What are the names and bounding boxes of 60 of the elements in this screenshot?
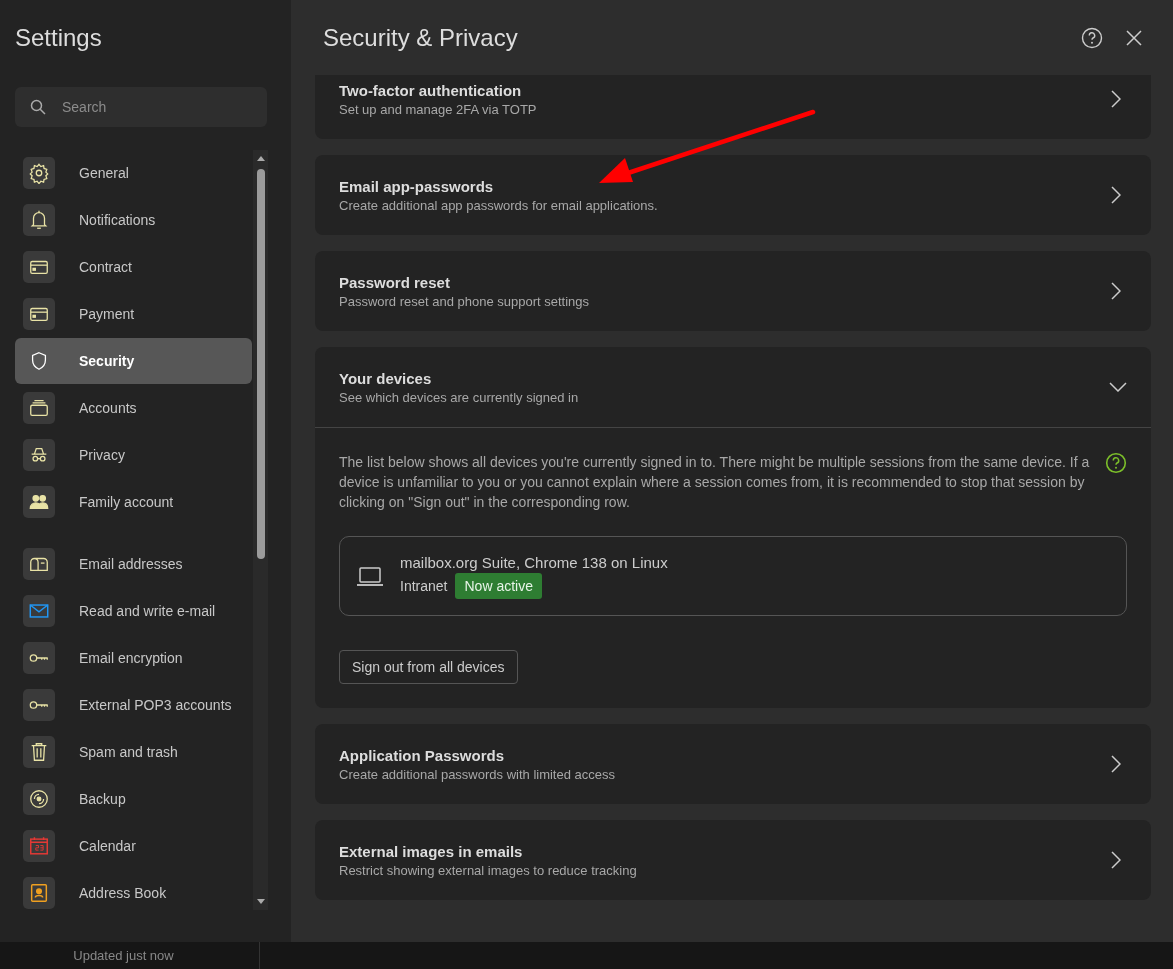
card-title: Email app-passwords: [339, 177, 495, 195]
panel-header[interactable]: Your devices See which devices are currently signed in: [315, 347, 1151, 428]
settings-card[interactable]: External images in emails Restrict showing external images to reduce tracking: [315, 820, 1151, 900]
card-subtitle: See which devices are currently signed in: [339, 389, 580, 405]
card-subtitle: Create additional app passwords for email applications.: [339, 197, 659, 213]
help-icon[interactable]: [1081, 26, 1103, 49]
chevron-right-icon: [1111, 851, 1121, 869]
card-subtitle: Password reset and phone support settings: [339, 293, 591, 309]
sidebar-item[interactable]: Backup: [15, 776, 252, 822]
gear-icon: [28, 162, 50, 184]
sidebar-item[interactable]: External POP3 accounts: [15, 682, 252, 728]
chevron-right-icon: [1111, 755, 1121, 773]
stack-icon: [28, 397, 50, 419]
close-icon[interactable]: [1125, 28, 1143, 47]
sidebar-item[interactable]: Email addresses: [15, 541, 252, 587]
chevron-right-icon: [1111, 186, 1121, 204]
book-icon: [28, 882, 50, 904]
card-title: Two-factor authentication: [339, 81, 523, 99]
card-title: Password reset: [339, 273, 451, 291]
device-name: mailbox.org Suite, Chrome 138 on Linux: [400, 553, 668, 571]
sidebar-item[interactable]: Payment: [15, 291, 252, 337]
sidebar-item[interactable]: Read and write e-mail: [15, 588, 252, 634]
card-subtitle: Set up and manage 2FA via TOTP: [339, 101, 538, 117]
sidebar-item[interactable]: Security: [15, 338, 252, 384]
chevron-right-icon: [1111, 282, 1121, 300]
scrollbar[interactable]: [253, 150, 268, 910]
status-text: Updated just now: [0, 942, 260, 969]
sidebar-item[interactable]: Address Book: [15, 870, 252, 916]
sign-out-button[interactable]: Sign out from all devices: [339, 650, 518, 684]
sidebar-item[interactable]: Spam and trash: [15, 729, 252, 775]
chevron-down-icon: [1109, 382, 1127, 392]
bell-icon: [28, 209, 50, 231]
settings-card[interactable]: Application Passwords Create additional passwords with limited access: [315, 724, 1151, 804]
sidebar-item[interactable]: General: [15, 150, 252, 196]
status-badge: Now active: [455, 572, 542, 599]
sidebar-item[interactable]: Accounts: [15, 385, 252, 431]
calendar-icon: [28, 835, 50, 857]
card-title: External images in emails: [339, 842, 524, 860]
card-subtitle: Create additional passwords with limited access: [339, 766, 616, 782]
sidebar-title: Settings: [15, 24, 103, 53]
help-icon[interactable]: [1105, 452, 1127, 474]
settings-card[interactable]: Two-factor authentication Set up and manage 2FA via TOTP: [315, 75, 1151, 139]
sidebar-item[interactable]: Privacy: [15, 432, 252, 478]
description-text: The list below shows all devices you're currently signed in to. There might be multiple sessions from the same device. If a device is unfamiliar to you or you cannot explain where a session comes from, it is recommended to stop that session by clicking on "Sign out" in the corresponding row.: [339, 453, 1091, 512]
sidebar-item[interactable]: Calendar: [15, 823, 252, 869]
page-title: Security & Privacy: [323, 23, 519, 52]
sidebar-item[interactable]: Family account: [15, 479, 252, 525]
sidebar-item[interactable]: Email encryption: [15, 635, 252, 681]
card-title: Application Passwords: [339, 746, 506, 764]
card-subtitle: Restrict showing external images to reduce tracking: [339, 862, 638, 878]
laptop-icon: [356, 565, 384, 587]
disc-icon: [28, 788, 50, 810]
chevron-right-icon: [1111, 90, 1121, 108]
search-field[interactable]: Search: [15, 87, 267, 127]
sidebar-item[interactable]: Notifications: [15, 197, 252, 243]
device-location: Intranet: [400, 577, 448, 594]
settings-card[interactable]: Email app-passwords Create additional app passwords for email applications.: [315, 155, 1151, 235]
sidebar-item[interactable]: Contract: [15, 244, 252, 290]
settings-card[interactable]: Password reset Password reset and phone support settings: [315, 251, 1151, 331]
card-title: Your devices: [339, 369, 433, 387]
